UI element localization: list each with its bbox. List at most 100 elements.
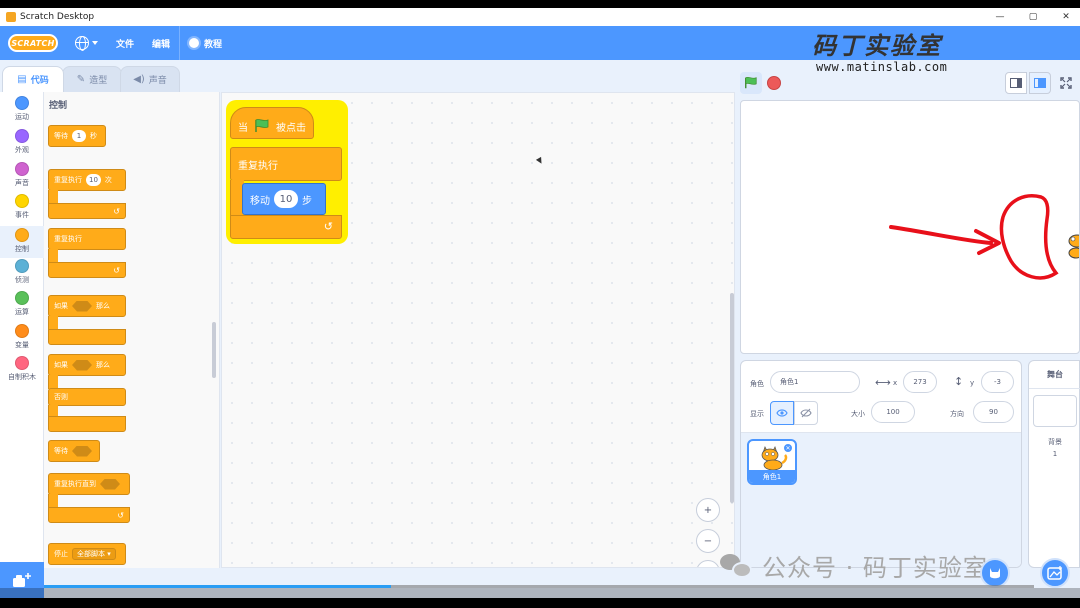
scratch-logo[interactable]: SCRATCH	[8, 34, 58, 52]
category-label: 运动	[15, 113, 29, 121]
language-menu[interactable]	[66, 26, 107, 60]
boolean-slot[interactable]	[72, 300, 92, 312]
window-titlebar: Scratch Desktop — ▢ ✕	[0, 8, 1080, 26]
tab-code[interactable]: ▤ 代码	[2, 66, 64, 92]
block-repeat-until[interactable]: 重复执行直到	[48, 473, 130, 495]
chevron-down-icon	[92, 41, 98, 45]
palette-scrollbar[interactable]	[212, 322, 216, 378]
loop-arrow-icon: ↺	[113, 207, 120, 216]
minimize-button[interactable]: —	[982, 8, 1018, 26]
block-arm	[48, 249, 58, 263]
close-button[interactable]: ✕	[1048, 8, 1080, 26]
category-control[interactable]: 控制	[0, 226, 44, 258]
block-arm	[48, 190, 58, 204]
tab-sounds[interactable]: ◀) 声音	[120, 66, 180, 92]
sprite-name-input[interactable]: 角色1	[770, 371, 860, 393]
y-arrows-icon: ↕	[954, 375, 964, 388]
stage-selector-pane[interactable]: 舞台 背景 1	[1028, 360, 1080, 568]
y-input[interactable]: -3	[981, 371, 1014, 393]
file-menu[interactable]: 文件	[107, 26, 143, 60]
cat-sprite-peeking	[1068, 234, 1079, 259]
stop-button[interactable]	[767, 76, 781, 90]
choose-backdrop-button[interactable]	[1040, 558, 1070, 588]
category-looks[interactable]: 外观	[0, 129, 44, 155]
block-if-then[interactable]: 如果 那么	[48, 295, 126, 317]
green-flag-button[interactable]	[740, 72, 762, 94]
block-wait-seconds[interactable]: 等待 1 秒	[48, 125, 106, 147]
boolean-slot[interactable]	[72, 445, 92, 457]
tutorials-menu[interactable]: 教程	[180, 26, 231, 60]
block-forever[interactable]: 重复执行	[230, 147, 342, 181]
block-forever[interactable]: 重复执行	[48, 228, 126, 250]
block-wait-until[interactable]: 等待	[48, 440, 100, 462]
y-label: y	[970, 379, 975, 387]
zoom-out-button[interactable]: −	[696, 529, 720, 553]
block-label: 等待	[54, 447, 68, 455]
size-input[interactable]: 100	[871, 401, 915, 423]
tab-sounds-label: 声音	[148, 76, 167, 86]
hide-sprite-button[interactable]	[794, 401, 818, 425]
stage-pane-title: 舞台	[1029, 361, 1080, 389]
category-sensing[interactable]: 侦测	[0, 259, 44, 285]
edit-menu[interactable]: 编辑	[143, 26, 179, 60]
category-sound[interactable]: 声音	[0, 162, 44, 188]
boolean-slot[interactable]	[72, 359, 92, 371]
sprite-thumbnail-name: 角色1	[749, 470, 795, 483]
block-label: 重复执行	[54, 235, 82, 243]
block-when-flag-clicked[interactable]: 当 被点击	[230, 107, 314, 139]
category-variables[interactable]: 变量	[0, 324, 44, 350]
dropdown-value: 全部脚本	[77, 550, 105, 558]
category-label: 自制积木	[8, 373, 36, 381]
watermark-title: 码丁实验室	[812, 32, 942, 60]
large-stage-button[interactable]	[1029, 72, 1051, 94]
watermark-url: www.matinslab.com	[816, 60, 948, 74]
fullscreen-button[interactable]	[1055, 72, 1077, 94]
block-arm	[48, 375, 58, 389]
direction-input[interactable]: 90	[973, 401, 1014, 423]
zoom-in-button[interactable]: +	[696, 498, 720, 522]
move-steps-input[interactable]: 10	[274, 190, 298, 208]
stage-canvas[interactable]	[740, 100, 1080, 354]
loop-arrow-icon: ↺	[323, 220, 333, 233]
script-area[interactable]: 当 被点击 重复执行 ↺ 移动 10 步 + − =	[221, 92, 735, 568]
block-cap: ↺	[48, 507, 130, 523]
small-stage-button[interactable]	[1005, 72, 1027, 94]
stage-thumbnail[interactable]	[1033, 395, 1077, 427]
block-input[interactable]: 10	[86, 174, 101, 186]
green-flag-icon	[745, 76, 757, 89]
direction-value: 90	[989, 408, 998, 416]
tab-costumes[interactable]: ✎ 造型	[62, 66, 122, 92]
eye-icon	[776, 409, 788, 417]
block-repeat-times[interactable]: 重复执行 10 次	[48, 169, 126, 191]
x-input[interactable]: 273	[903, 371, 937, 393]
block-label: 移动	[250, 195, 270, 207]
category-label: 侦测	[15, 276, 29, 284]
block-stop[interactable]: 停止 全部脚本 ▾	[48, 543, 126, 565]
script-scrollbar[interactable]	[730, 293, 734, 503]
events-dot-icon	[15, 194, 29, 208]
block-label: 重复执行	[54, 176, 82, 184]
delete-sprite-icon[interactable]: ✕	[783, 443, 793, 453]
block-input[interactable]: 1	[72, 130, 86, 142]
boolean-slot[interactable]	[100, 478, 120, 490]
category-events[interactable]: 事件	[0, 194, 44, 220]
block-label: 重复执行直到	[54, 480, 96, 488]
show-sprite-button[interactable]	[770, 401, 794, 425]
backdrop-label: 背景	[1048, 438, 1062, 446]
zoom-reset-button[interactable]: =	[696, 560, 720, 567]
loop-arrow-icon: ↺	[113, 266, 120, 275]
block-if-else[interactable]: 如果 那么	[48, 354, 126, 376]
image-add-icon	[1047, 566, 1062, 580]
block-move-steps[interactable]: 移动 10 步	[242, 183, 326, 215]
category-operators[interactable]: 运算	[0, 291, 44, 317]
sprite-thumbnail[interactable]: ✕ 角色1	[747, 439, 797, 485]
sound-dot-icon	[15, 162, 29, 176]
maximize-button[interactable]: ▢	[1015, 8, 1051, 26]
category-motion[interactable]: 运动	[0, 96, 44, 122]
stop-option-dropdown[interactable]: 全部脚本 ▾	[72, 548, 116, 560]
loop-arrow-icon: ↺	[117, 511, 124, 520]
category-my-blocks[interactable]: 自制积木	[0, 356, 44, 382]
category-label: 运算	[15, 308, 29, 316]
choose-sprite-button[interactable]	[980, 558, 1010, 588]
block-label: 如果	[54, 361, 68, 369]
